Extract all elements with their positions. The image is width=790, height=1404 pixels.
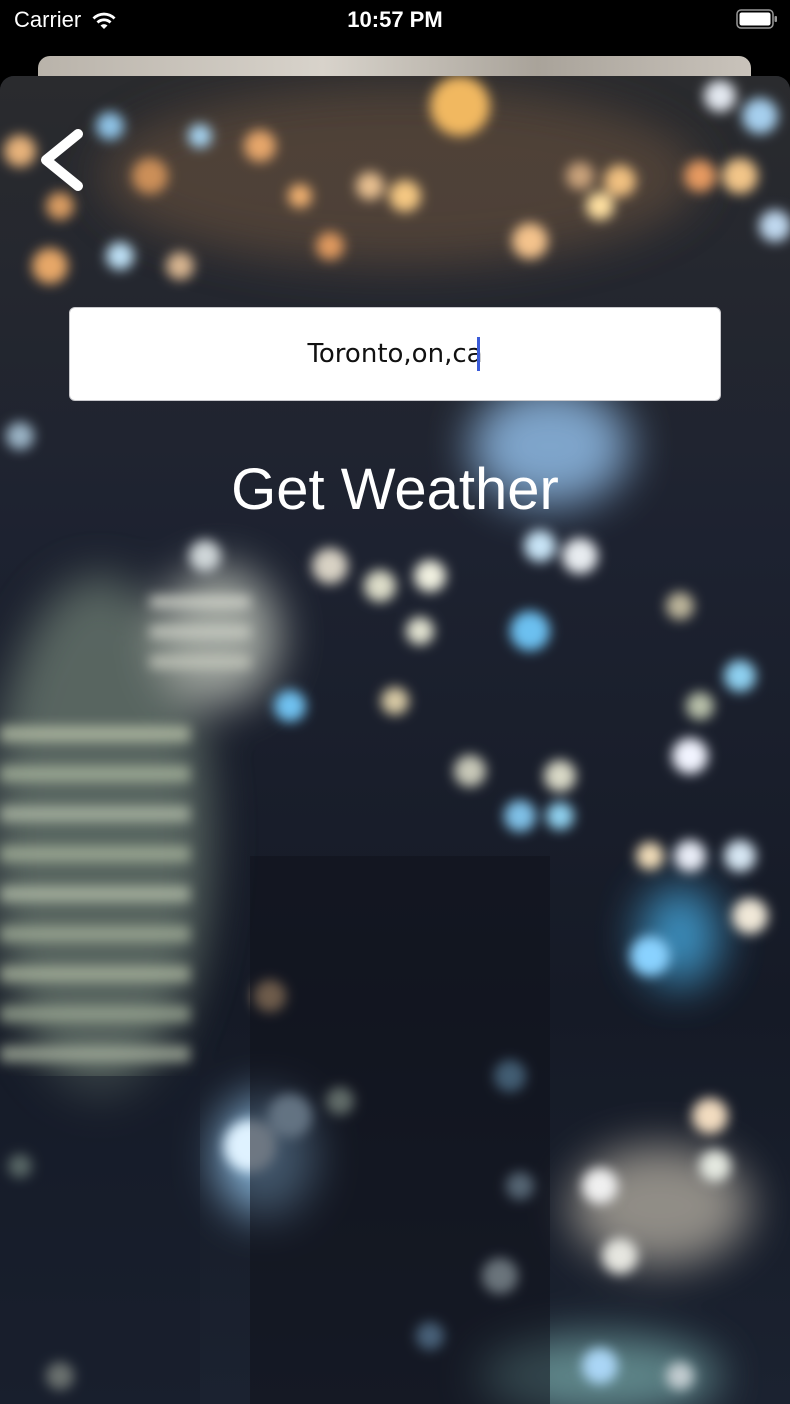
text-cursor xyxy=(477,337,480,371)
chevron-left-icon[interactable] xyxy=(32,128,92,192)
city-search-input[interactable] xyxy=(69,307,721,401)
weather-sheet xyxy=(0,76,790,1404)
status-time: 10:57 PM xyxy=(347,7,443,32)
get-weather-button[interactable]: Get Weather xyxy=(0,448,790,530)
battery-icon xyxy=(736,9,777,29)
status-bar: Carrier 10:57 PM xyxy=(0,0,790,40)
city-lights-background xyxy=(0,76,790,1404)
